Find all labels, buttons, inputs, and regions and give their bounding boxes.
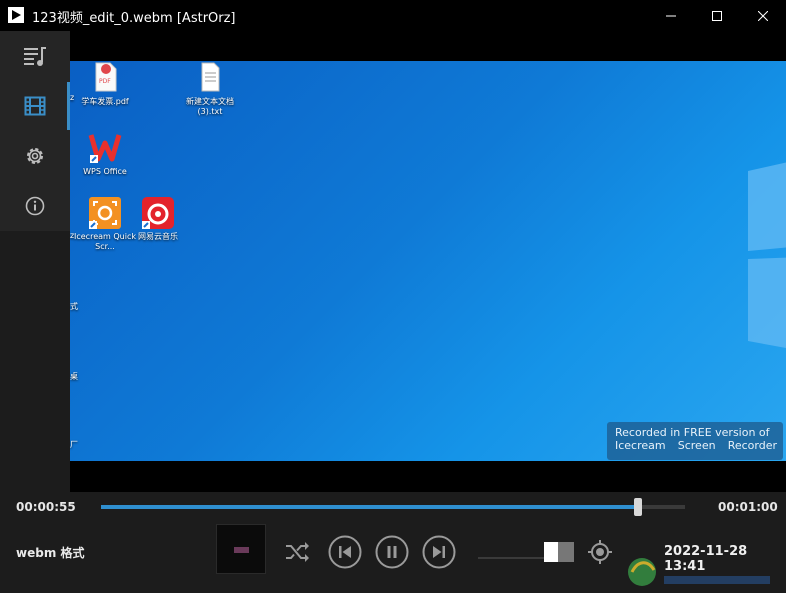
sidebar-item-playlist[interactable]: [21, 42, 49, 70]
info-icon: [25, 196, 45, 216]
desktop-icon-netease: 网易云音乐: [126, 196, 190, 242]
seek-bar-progress: [101, 505, 639, 509]
total-time: 00:01:00: [718, 500, 778, 514]
windows-logo-icon: [748, 162, 786, 349]
skip-previous-icon: [328, 535, 362, 569]
icecream-icon: [89, 197, 121, 229]
sidebar-item-settings[interactable]: [21, 142, 49, 170]
app-logo-icon: [8, 7, 24, 23]
close-button[interactable]: [740, 0, 786, 31]
recorder-watermark: Recorded in FREE version of Icecream Scr…: [607, 422, 783, 460]
volume-slider[interactable]: [478, 542, 574, 562]
sidebar-item-video[interactable]: [21, 92, 49, 120]
pdf-icon: PDF: [95, 62, 117, 92]
close-icon: [758, 10, 768, 21]
sidebar: [0, 31, 70, 231]
netease-music-icon: [142, 197, 174, 229]
video-content-desktop: z z 式 桌 厂 PDF 学车发票.pdf 新建文本文档 (3).txt WP…: [70, 61, 786, 461]
shuffle-button[interactable]: [281, 536, 313, 568]
shuffle-icon: [286, 542, 309, 562]
player-window: 123视频_edit_0.webm [AstrOrz] z z 式 桌 厂 PD…: [0, 0, 786, 593]
watermark-line-2: Icecream Screen Recorder: [615, 439, 777, 452]
minimize-button[interactable]: [648, 0, 694, 31]
format-label: webm 格式: [16, 546, 85, 560]
target-icon: [588, 540, 612, 564]
previous-button[interactable]: [328, 535, 362, 569]
video-viewport[interactable]: z z 式 桌 厂 PDF 学车发票.pdf 新建文本文档 (3).txt WP…: [70, 31, 786, 492]
recording-timestamp: 2022-11-28 13:41: [664, 544, 748, 574]
volume-thumb[interactable]: [544, 542, 558, 562]
desktop-edge-label: 桌: [70, 372, 78, 381]
current-time: 00:00:55: [16, 500, 76, 514]
minimize-icon: [666, 15, 676, 16]
text-file-icon: [201, 62, 220, 92]
locate-button[interactable]: [586, 538, 614, 566]
pause-button[interactable]: [375, 535, 409, 569]
wps-icon: [88, 134, 122, 163]
player-controls: 00:00:55 00:01:00 webm 格式 2022-11-28 13:…: [0, 492, 786, 593]
seek-bar-thumb[interactable]: [634, 498, 643, 516]
desktop-icon-pdf: PDF 学车发票.pdf: [73, 61, 137, 107]
title-bar: 123视频_edit_0.webm [AstrOrz]: [0, 0, 786, 31]
desktop-icon-wps: WPS Office: [73, 131, 137, 177]
maximize-icon: [712, 10, 722, 21]
playlist-icon: [24, 47, 46, 66]
desktop-edge-label: 厂: [70, 440, 78, 449]
gear-icon: [27, 148, 43, 164]
maximize-button[interactable]: [694, 0, 740, 31]
seek-bar[interactable]: [101, 498, 685, 516]
svg-text:PDF: PDF: [99, 78, 111, 85]
desktop-icon-text: 新建文本文档 (3).txt: [178, 61, 242, 117]
skip-next-icon: [422, 535, 456, 569]
desktop-edge-label: 式: [70, 302, 78, 311]
sidebar-item-info[interactable]: [21, 192, 49, 220]
film-icon: [24, 96, 46, 116]
video-thumbnail[interactable]: [216, 524, 266, 574]
window-title: 123视频_edit_0.webm [AstrOrz]: [32, 11, 236, 26]
next-button[interactable]: [422, 535, 456, 569]
watermark-line-1: Recorded in FREE version of: [615, 426, 770, 439]
pause-icon: [375, 535, 409, 569]
